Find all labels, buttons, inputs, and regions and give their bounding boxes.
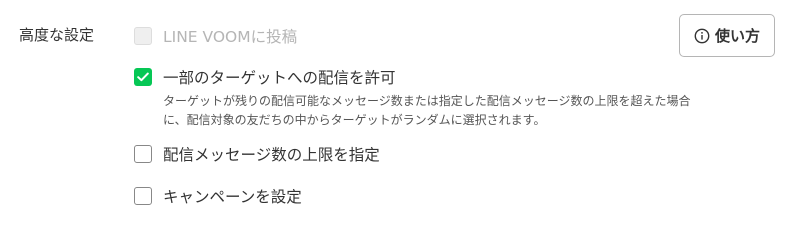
- help-button[interactable]: 使い方: [679, 14, 775, 57]
- option-line-voom: LINE VOOMに投稿: [134, 27, 297, 47]
- description-line-1: ターゲットが残りの配信可能なメッセージ数または指定した配信メッセージ数の上限を超…: [163, 94, 691, 108]
- message-limit-checkbox[interactable]: [134, 145, 152, 163]
- line-voom-checkbox[interactable]: [134, 27, 152, 45]
- help-button-label: 使い方: [714, 26, 760, 45]
- section-label: 高度な設定: [19, 26, 95, 44]
- campaign-label: キャンペーンを設定: [163, 188, 302, 206]
- partial-delivery-description: ターゲットが残りの配信可能なメッセージ数または指定した配信メッセージ数の上限を超…: [163, 92, 763, 130]
- partial-delivery-label: 一部のターゲットへの配信を許可: [163, 69, 396, 87]
- line-voom-label: LINE VOOMに投稿: [163, 28, 298, 46]
- message-limit-label: 配信メッセージ数の上限を指定: [163, 146, 380, 164]
- checkmark-icon: [137, 72, 149, 82]
- option-campaign: キャンペーンを設定: [134, 187, 302, 207]
- option-message-limit: 配信メッセージ数の上限を指定: [134, 145, 380, 165]
- description-line-2: に、配信対象の友だちの中からターゲットがランダムに選択されます。: [163, 113, 546, 127]
- info-circle-icon: [694, 28, 710, 43]
- option-partial-delivery: 一部のターゲットへの配信を許可 ターゲットが残りの配信可能なメッセージ数または指…: [134, 68, 763, 130]
- partial-delivery-checkbox[interactable]: [134, 68, 152, 86]
- campaign-checkbox[interactable]: [134, 187, 152, 205]
- advanced-settings-panel: 高度な設定 LINE VOOMに投稿 一部のターゲットへの配信を許可 ターゲット…: [0, 0, 800, 237]
